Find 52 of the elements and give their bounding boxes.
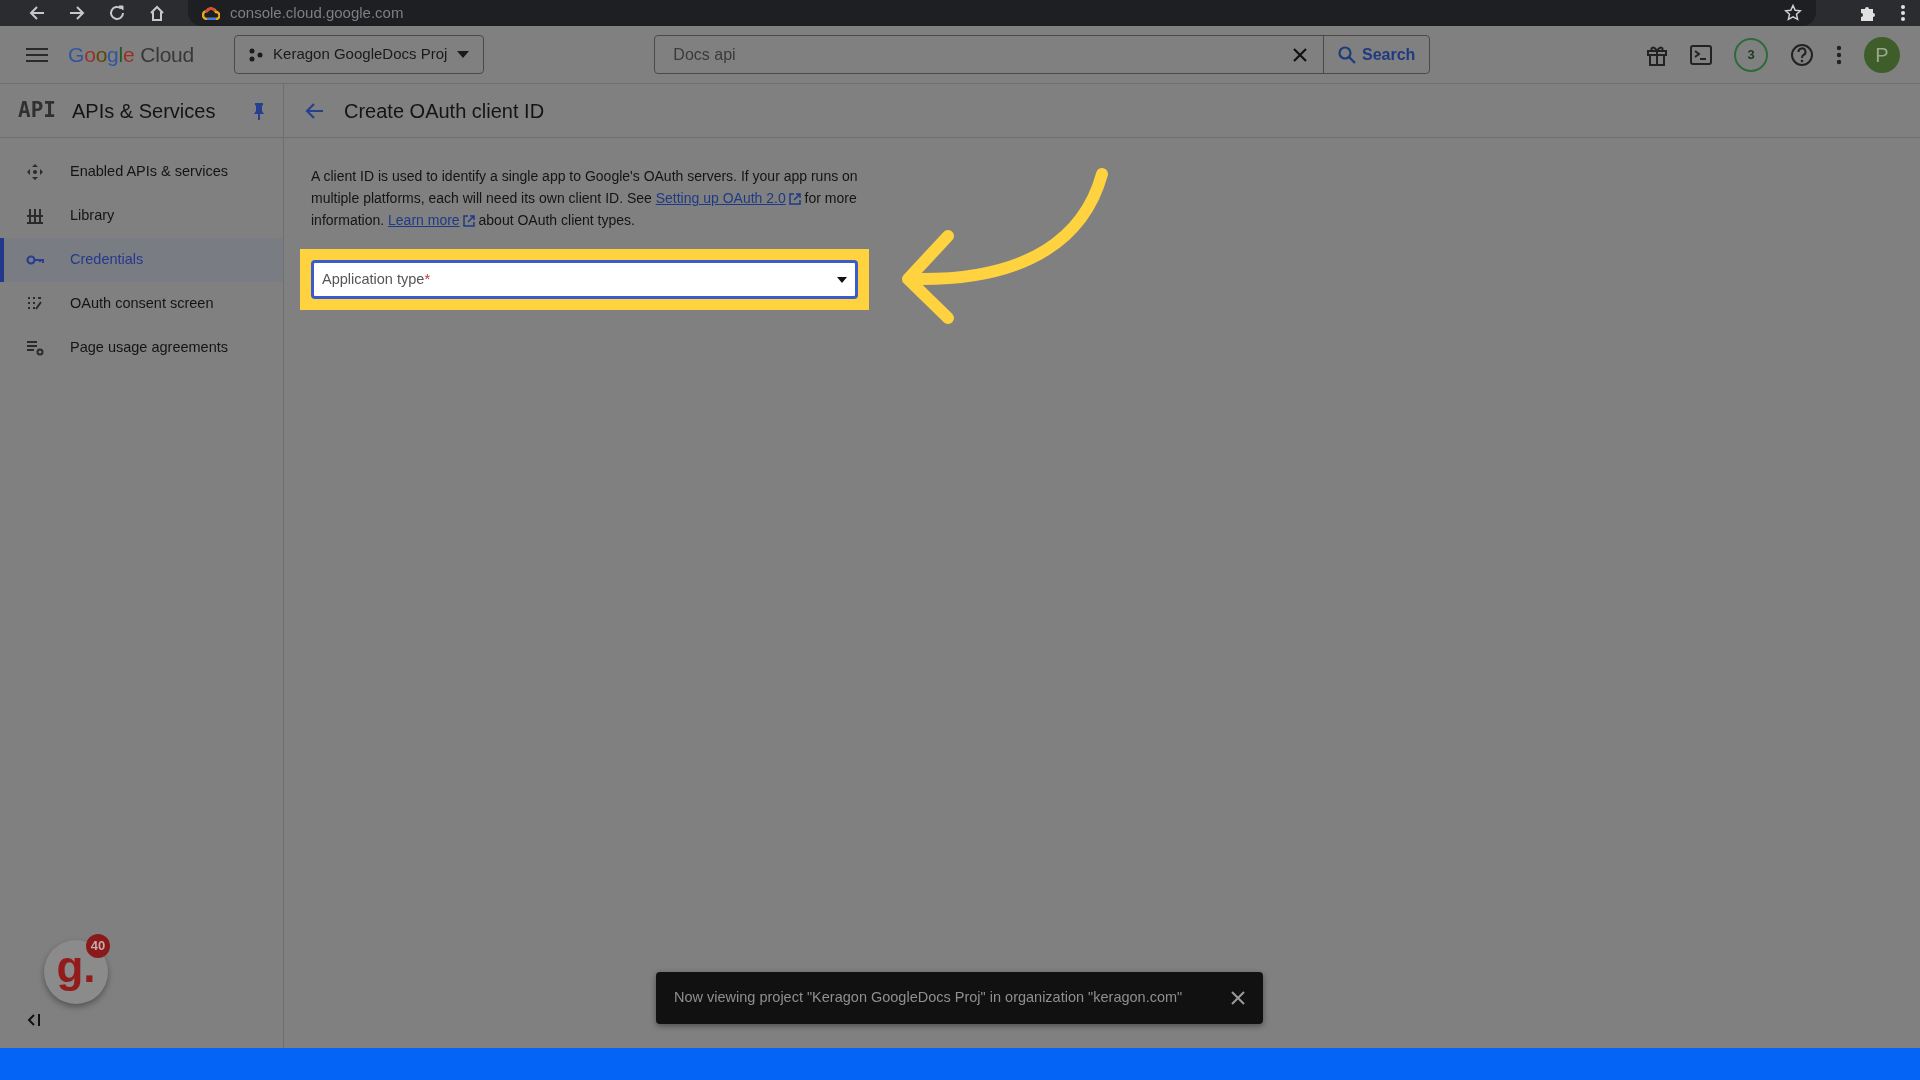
collapse-button[interactable] (27, 1014, 41, 1026)
external-link-icon (788, 193, 801, 206)
external-link-icon (462, 215, 475, 228)
back-button[interactable] (304, 101, 324, 120)
search-button[interactable]: Search (1322, 36, 1430, 73)
sidebar-item[interactable]: Library (0, 194, 283, 238)
back-arrow-icon (304, 101, 324, 120)
notification-count[interactable]: 3 (1734, 37, 1768, 72)
api-label: API (18, 96, 57, 124)
terminal-icon[interactable] (1690, 44, 1712, 65)
sidebar-item[interactable]: Credentials (0, 238, 283, 282)
back-icon[interactable] (28, 4, 46, 22)
star-icon[interactable] (1784, 4, 1802, 22)
close-icon (1231, 991, 1245, 1005)
collapse-icon (27, 1014, 41, 1026)
settings-list-icon (26, 339, 44, 357)
avatar[interactable]: P (1864, 36, 1900, 73)
menu-button[interactable] (26, 46, 48, 63)
move-icon (26, 163, 44, 181)
pin-icon (253, 101, 265, 120)
forward-icon[interactable] (68, 4, 86, 22)
help-icon[interactable] (1790, 42, 1814, 67)
link[interactable]: Setting up OAuth 2.0 (655, 190, 801, 206)
caret-icon (457, 51, 470, 58)
description: A client ID is used to identify a single app to Google's OAuth servers. If your app runs on multiple platforms, each will need its own client ID. See Setting up OAuth 2.0 for more information. Learn more about OAuth client types. (311, 167, 859, 230)
cloud-icon (202, 6, 220, 20)
search-field[interactable]: Docs api Search (654, 35, 1431, 74)
logo: Google Cloud (68, 41, 195, 68)
page-title: Create OAuth client ID (344, 98, 545, 124)
menu-icon (26, 46, 48, 63)
sidebar-item[interactable]: Enabled APIs & services (0, 150, 283, 194)
clear-button[interactable] (1292, 47, 1307, 62)
sidebar-title: APIs & Services (72, 98, 217, 124)
reload-icon[interactable] (108, 4, 126, 22)
sidebar-item[interactable]: Page usage agreements (0, 326, 283, 370)
project-selector[interactable]: Keragon GoogleDocs Proj (234, 35, 485, 74)
home-icon[interactable] (148, 4, 166, 22)
more-icon[interactable] (1836, 44, 1842, 65)
sidebar-item[interactable]: OAuth consent screen (0, 282, 283, 326)
count-badge: 40 (86, 934, 110, 958)
close-button[interactable] (1231, 991, 1245, 1005)
snackbar-message: Now viewing project "Keragon GoogleDocs Proj" in organization "keragon.com" (674, 988, 1183, 1008)
kebab-icon[interactable] (1900, 4, 1906, 22)
pin-button[interactable] (253, 101, 265, 120)
caret-icon (837, 276, 847, 283)
link[interactable]: Learn more (388, 212, 475, 228)
nodes-icon (249, 47, 264, 62)
search-icon (1337, 45, 1356, 64)
library-icon (26, 207, 44, 225)
url-text[interactable]: console.cloud.google.com (230, 1, 404, 25)
close-icon (1292, 47, 1307, 62)
application-type-dropdown[interactable]: Application type* (311, 260, 858, 299)
